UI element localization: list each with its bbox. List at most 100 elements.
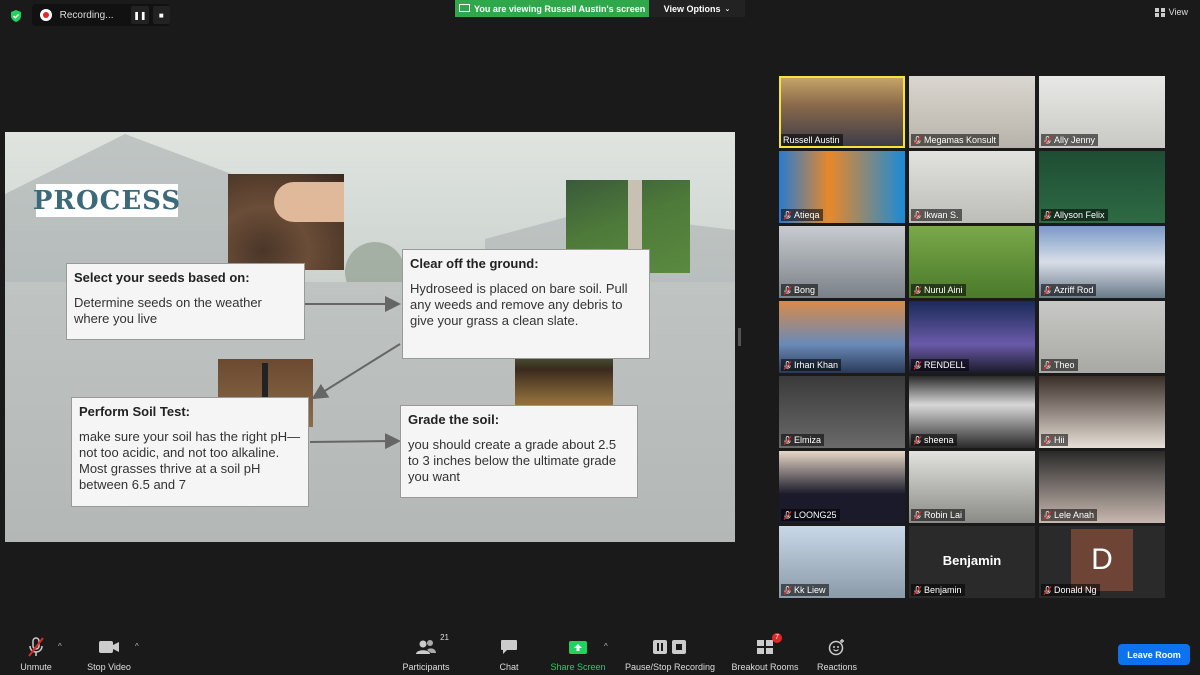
share-options-caret-icon[interactable]: ^ bbox=[604, 642, 608, 651]
mic-muted-icon bbox=[913, 285, 922, 295]
mic-muted-icon bbox=[1043, 510, 1052, 520]
reactions-button[interactable]: Reactions bbox=[814, 628, 860, 675]
participant-tile[interactable]: Atieqa bbox=[779, 151, 905, 223]
step-body: Hydroseed is placed on bare soil. Pull a… bbox=[410, 281, 628, 328]
participant-name-tag: Irhan Khan bbox=[781, 359, 842, 371]
participant-tile[interactable]: Russell Austin bbox=[779, 76, 905, 148]
audio-options-caret-icon[interactable]: ^ bbox=[58, 642, 62, 651]
participant-tile[interactable]: Hii bbox=[1039, 376, 1165, 448]
mic-muted-icon bbox=[783, 510, 792, 520]
chevron-down-icon: ⌄ bbox=[724, 5, 731, 13]
participant-name: Robin Lai bbox=[924, 510, 963, 520]
participant-tile[interactable]: Allyson Felix bbox=[1039, 151, 1165, 223]
participant-name-tag: sheena bbox=[911, 434, 957, 446]
mic-muted-icon bbox=[913, 360, 922, 370]
participant-tile[interactable]: RENDELL bbox=[909, 301, 1035, 373]
chat-button[interactable]: Chat bbox=[492, 628, 526, 675]
mic-muted-icon bbox=[913, 435, 922, 445]
participant-name-tag: Hii bbox=[1041, 434, 1068, 446]
participants-icon: 21 bbox=[415, 633, 449, 659]
mic-muted-icon bbox=[783, 435, 792, 445]
participant-tile[interactable]: Elmiza bbox=[779, 376, 905, 448]
security-shield-icon[interactable] bbox=[9, 9, 23, 23]
step-heading: Perform Soil Test: bbox=[79, 404, 191, 419]
pause-stop-recording-button[interactable]: Pause/Stop Recording bbox=[622, 628, 718, 675]
stop-recording-button[interactable]: ■ bbox=[152, 6, 170, 24]
pause-stop-recording-label: Pause/Stop Recording bbox=[624, 662, 716, 672]
participant-tile[interactable]: Benjamin Benjamin bbox=[909, 526, 1035, 598]
video-options-caret-icon[interactable]: ^ bbox=[135, 642, 139, 651]
participant-tile[interactable]: Lele Anah bbox=[1039, 451, 1165, 523]
shared-screen-slide: PROCESS Select your seeds based on: Dete… bbox=[5, 132, 735, 542]
mic-muted-icon bbox=[913, 210, 922, 220]
unmute-label: Unmute bbox=[20, 662, 52, 672]
participant-name: Benjamin bbox=[924, 585, 962, 595]
mic-muted-icon bbox=[1043, 135, 1052, 145]
participant-name: Irhan Khan bbox=[794, 360, 839, 370]
share-screen-button[interactable]: Share Screen bbox=[548, 628, 608, 675]
mic-muted-icon bbox=[1043, 360, 1052, 370]
stop-video-button[interactable]: Stop Video bbox=[82, 628, 136, 675]
share-screen-label: Share Screen bbox=[550, 662, 606, 672]
participant-name: Azriff Rod bbox=[1054, 285, 1094, 295]
recording-label: Recording... bbox=[59, 9, 114, 21]
mic-muted-icon bbox=[913, 510, 922, 520]
participant-name-tag: LOONG25 bbox=[781, 509, 840, 521]
smiley-plus-icon bbox=[828, 635, 846, 659]
participant-tile[interactable]: Theo bbox=[1039, 301, 1165, 373]
participant-name: Kk Liew bbox=[794, 585, 826, 595]
participant-name: Hii bbox=[1054, 435, 1065, 445]
mic-muted-icon bbox=[783, 285, 792, 295]
participant-tile[interactable]: D Donald Ng bbox=[1039, 526, 1165, 598]
step-heading: Grade the soil: bbox=[408, 412, 500, 427]
step-body: make sure your soil has the right pH—not… bbox=[79, 429, 301, 492]
meeting-toolbar: Unmute ^ Stop Video ^ 21 Participants Ch… bbox=[0, 628, 1200, 675]
mic-muted-icon bbox=[1043, 285, 1052, 295]
participant-tile[interactable]: Ally Jenny bbox=[1039, 76, 1165, 148]
participant-tile[interactable]: Azriff Rod bbox=[1039, 226, 1165, 298]
mic-muted-icon bbox=[783, 210, 792, 220]
stop-video-label: Stop Video bbox=[87, 662, 131, 672]
step-body: Determine seeds on the weather where you… bbox=[74, 295, 262, 326]
breakout-rooms-button[interactable]: 7 Breakout Rooms bbox=[728, 628, 802, 675]
video-camera-icon bbox=[98, 635, 120, 659]
participant-tile[interactable]: LOONG25 bbox=[779, 451, 905, 523]
participant-name: Megamas Konsult bbox=[924, 135, 997, 145]
participant-name: Bong bbox=[794, 285, 816, 295]
participant-name: LOONG25 bbox=[794, 510, 837, 520]
participants-label: Participants bbox=[402, 662, 450, 672]
participant-tile[interactable]: Bong bbox=[779, 226, 905, 298]
participant-name-tag: Allyson Felix bbox=[1041, 209, 1108, 221]
participant-name-tag: Nurul Aini bbox=[911, 284, 966, 296]
reactions-label: Reactions bbox=[816, 662, 858, 672]
step-heading: Clear off the ground: bbox=[410, 256, 539, 271]
pause-recording-button[interactable]: ❚❚ bbox=[131, 6, 149, 24]
chat-label: Chat bbox=[499, 662, 519, 672]
grid-view-icon bbox=[1154, 7, 1165, 17]
leave-room-button[interactable]: Leave Room bbox=[1118, 644, 1190, 665]
step-box-select-seeds: Select your seeds based on: Determine se… bbox=[66, 263, 305, 340]
participant-tile[interactable]: Nurul Aini bbox=[909, 226, 1035, 298]
view-label: View bbox=[1168, 7, 1188, 17]
participant-tile[interactable]: Irhan Khan bbox=[779, 301, 905, 373]
view-button[interactable]: View bbox=[1154, 7, 1188, 17]
viewing-banner: You are viewing Russell Austin's screen bbox=[455, 0, 649, 17]
unmute-button[interactable]: Unmute bbox=[14, 628, 58, 675]
recording-indicator: Recording... ❚❚ ■ bbox=[32, 4, 170, 26]
participant-tile[interactable]: sheena bbox=[909, 376, 1035, 448]
participant-name-tag: Ikwan S. bbox=[911, 209, 962, 221]
participant-name-tag: Ally Jenny bbox=[1041, 134, 1099, 146]
participants-button[interactable]: 21 Participants bbox=[398, 628, 454, 675]
participant-name-tag: Robin Lai bbox=[911, 509, 966, 521]
mic-muted-icon bbox=[26, 635, 46, 659]
participant-name-tag: Kk Liew bbox=[781, 584, 829, 596]
participant-tile[interactable]: Kk Liew bbox=[779, 526, 905, 598]
view-options-button[interactable]: View Options ⌄ bbox=[649, 0, 745, 17]
chat-bubble-icon bbox=[500, 635, 518, 659]
panel-resize-handle[interactable] bbox=[738, 328, 741, 346]
mic-muted-icon bbox=[783, 585, 792, 595]
participant-tile[interactable]: Ikwan S. bbox=[909, 151, 1035, 223]
mic-muted-icon bbox=[783, 360, 792, 370]
participant-tile[interactable]: Robin Lai bbox=[909, 451, 1035, 523]
participant-tile[interactable]: Megamas Konsult bbox=[909, 76, 1035, 148]
